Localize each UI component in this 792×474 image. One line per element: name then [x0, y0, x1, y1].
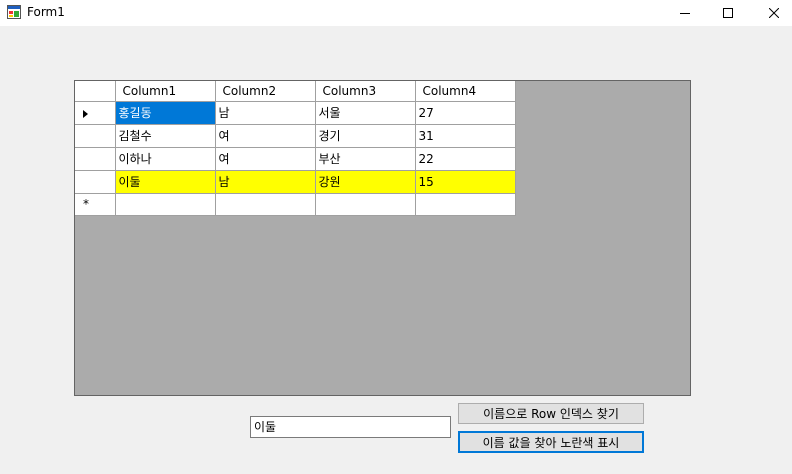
header-row: Column1 Column2 Column3 Column4	[75, 81, 516, 102]
table-cell[interactable]: 경기	[315, 124, 416, 148]
table-row: 김철수 여 경기 31	[75, 124, 516, 148]
app-icon	[7, 5, 21, 19]
table-cell[interactable]: 홍길동	[115, 101, 216, 125]
data-grid-view[interactable]: Column1 Column2 Column3 Column4 홍길동 남 서울…	[74, 80, 691, 396]
table-row: 홍길동 남 서울 27	[75, 101, 516, 125]
title-bar[interactable]: Form1	[0, 0, 792, 26]
table-cell[interactable]: 27	[415, 101, 516, 125]
table-cell[interactable]	[115, 193, 216, 216]
table-cell[interactable]: 15	[415, 170, 516, 194]
row-header[interactable]	[75, 124, 116, 148]
current-row-arrow-icon	[83, 109, 88, 118]
table-cell[interactable]: 강원	[315, 170, 416, 194]
table-cell[interactable]	[415, 193, 516, 216]
table-cell[interactable]: 이하나	[115, 147, 216, 171]
new-row: *	[75, 193, 516, 216]
grid-table: Column1 Column2 Column3 Column4 홍길동 남 서울…	[75, 81, 516, 216]
table-cell[interactable]	[315, 193, 416, 216]
row-header[interactable]	[75, 147, 116, 171]
minimize-button[interactable]	[662, 0, 708, 26]
row-header[interactable]	[75, 170, 116, 194]
table-cell[interactable]: 남	[215, 101, 316, 125]
close-icon	[769, 8, 779, 18]
table-cell[interactable]: 서울	[315, 101, 416, 125]
top-left-header-cell[interactable]	[75, 81, 116, 102]
new-row-marker: *	[83, 196, 89, 211]
column-header-2[interactable]: Column2	[215, 81, 316, 102]
name-search-input[interactable]: 이둘	[250, 416, 451, 438]
column-header-3[interactable]: Column3	[315, 81, 416, 102]
maximize-icon	[723, 8, 733, 18]
maximize-button[interactable]	[705, 0, 751, 26]
row-header[interactable]: *	[75, 193, 116, 216]
table-cell[interactable]: 여	[215, 147, 316, 171]
table-cell[interactable]: 31	[415, 124, 516, 148]
table-cell[interactable]: 여	[215, 124, 316, 148]
table-row: 이하나 여 부산 22	[75, 147, 516, 171]
table-cell[interactable]: 김철수	[115, 124, 216, 148]
table-row-highlighted: 이둘 남 강원 15	[75, 170, 516, 194]
find-row-index-button[interactable]: 이름으로 Row 인덱스 찾기	[458, 403, 644, 424]
column-header-1[interactable]: Column1	[115, 81, 216, 102]
table-cell[interactable]: 이둘	[115, 170, 216, 194]
form-window: Form1 Column1 Column2 Column3 Column4 홍길…	[0, 0, 792, 474]
row-header[interactable]	[75, 101, 116, 125]
minimize-icon	[680, 13, 690, 14]
column-header-4[interactable]: Column4	[415, 81, 516, 102]
table-cell[interactable]: 부산	[315, 147, 416, 171]
table-cell[interactable]	[215, 193, 316, 216]
table-cell[interactable]: 남	[215, 170, 316, 194]
table-cell[interactable]: 22	[415, 147, 516, 171]
window-title: Form1	[27, 5, 65, 19]
highlight-yellow-button[interactable]: 이름 값을 찾아 노란색 표시	[458, 431, 644, 453]
close-button[interactable]	[751, 0, 792, 26]
